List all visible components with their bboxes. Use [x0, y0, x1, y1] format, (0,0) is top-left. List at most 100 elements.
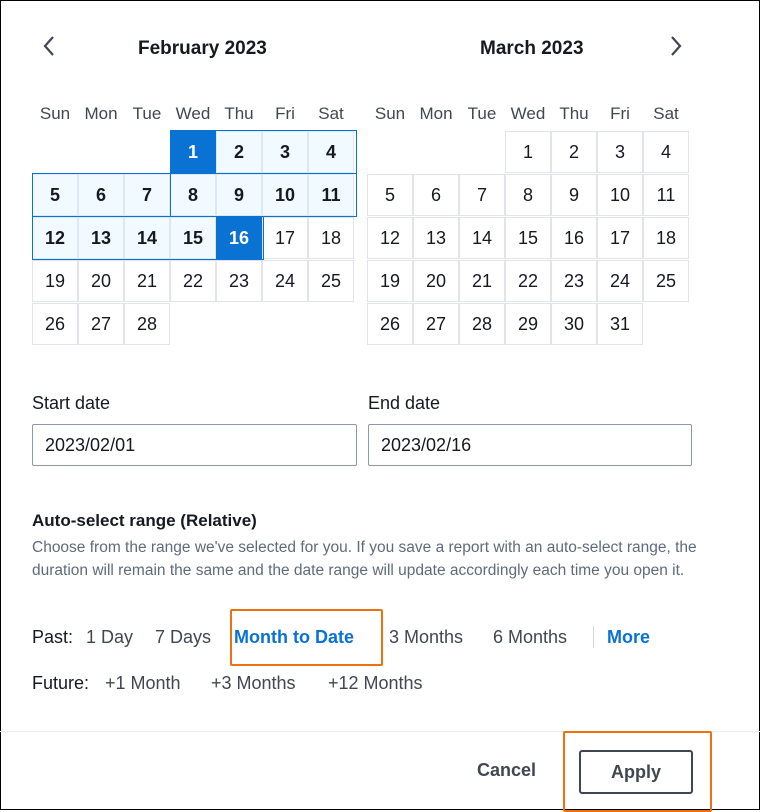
cancel-button[interactable]: Cancel [477, 760, 536, 781]
day-cell[interactable]: 23 [551, 260, 597, 302]
weekday-label: Mon [84, 104, 118, 123]
day-cell[interactable]: 26 [32, 303, 78, 345]
day-cell[interactable]: 12 [367, 217, 413, 259]
past-label: Past: [32, 627, 74, 647]
day-cell[interactable]: 18 [643, 217, 689, 259]
day-cell[interactable]: 3 [597, 131, 643, 173]
day-cell[interactable]: 21 [459, 260, 505, 302]
day-cell[interactable]: 20 [78, 260, 124, 302]
day-cell[interactable]: 28 [124, 303, 170, 345]
end-date-label: End date [368, 393, 441, 413]
day-cell[interactable]: 24 [262, 260, 308, 302]
day-cell[interactable]: 15 [505, 217, 551, 259]
day-cell[interactable]: 29 [505, 303, 551, 345]
day-cell[interactable]: 24 [597, 260, 643, 302]
day-cell[interactable]: 18 [308, 217, 354, 259]
start-date-input[interactable] [32, 424, 357, 466]
day-cell[interactable]: 26 [367, 303, 413, 345]
weekday-label: Sat [318, 104, 344, 123]
past-option-1-day[interactable]: 1 Day [86, 627, 133, 648]
day-cell[interactable]: 14 [459, 217, 505, 259]
auto-select-description: Choose from the range we've selected for… [32, 539, 697, 579]
day-cell[interactable]: 27 [78, 303, 124, 345]
day-cell[interactable]: 31 [597, 303, 643, 345]
footer-divider [0, 731, 760, 732]
day-cell[interactable]: 15 [170, 217, 216, 259]
weekday-label: Wed [510, 104, 546, 123]
weekday-label: Sat [653, 104, 679, 123]
day-cell[interactable]: 21 [124, 260, 170, 302]
day-cell[interactable]: 5 [367, 174, 413, 216]
day-cell[interactable]: 22 [505, 260, 551, 302]
day-cell[interactable]: 11 [308, 174, 354, 216]
day-cell[interactable]: 17 [597, 217, 643, 259]
weekday-label: Tue [132, 104, 162, 123]
day-cell[interactable]: 2 [551, 131, 597, 173]
weekday-label: Fri [610, 104, 630, 123]
previous-month-button[interactable] [38, 34, 62, 58]
day-cell[interactable]: 9 [551, 174, 597, 216]
weekday-label: Wed [175, 104, 211, 123]
day-cell[interactable]: 2 [216, 131, 262, 173]
weekday-label: Thu [559, 104, 589, 123]
day-cell[interactable]: 27 [413, 303, 459, 345]
day-cell[interactable]: 6 [78, 174, 124, 216]
day-cell[interactable]: 8 [170, 174, 216, 216]
month-title-february: February 2023 [138, 38, 267, 59]
start-date-label: Start date [32, 393, 111, 413]
day-cell[interactable]: 25 [643, 260, 689, 302]
more-options-link[interactable]: More [607, 627, 650, 648]
past-option-3-months[interactable]: 3 Months [389, 627, 463, 648]
day-cell[interactable]: 4 [643, 131, 689, 173]
day-cell[interactable]: 4 [308, 131, 354, 173]
day-cell[interactable]: 1 [170, 131, 216, 173]
day-cell[interactable]: 13 [78, 217, 124, 259]
apply-button[interactable]: Apply [579, 750, 693, 794]
weekday-label: Fri [275, 104, 295, 123]
future-option-12-months[interactable]: +12 Months [328, 673, 423, 694]
past-option-6-months[interactable]: 6 Months [493, 627, 567, 648]
weekday-label: Sun [374, 104, 406, 123]
past-option-7-days[interactable]: 7 Days [155, 627, 211, 648]
day-cell[interactable]: 19 [367, 260, 413, 302]
day-cell[interactable]: 8 [505, 174, 551, 216]
weekday-label: Tue [467, 104, 497, 123]
options-separator [593, 626, 594, 648]
weekday-label: Sun [39, 104, 71, 123]
day-cell[interactable]: 1 [505, 131, 551, 173]
day-cell[interactable]: 22 [170, 260, 216, 302]
day-cell[interactable]: 20 [413, 260, 459, 302]
end-date-input[interactable] [368, 424, 692, 466]
day-cell[interactable]: 25 [308, 260, 354, 302]
day-cell[interactable]: 9 [216, 174, 262, 216]
next-month-button[interactable] [663, 34, 687, 58]
day-cell[interactable]: 11 [643, 174, 689, 216]
day-cell[interactable]: 16 [216, 217, 262, 259]
chevron-right-icon [671, 36, 682, 56]
day-cell[interactable]: 19 [32, 260, 78, 302]
day-cell[interactable]: 10 [597, 174, 643, 216]
day-cell[interactable]: 7 [459, 174, 505, 216]
past-option-month-to-date[interactable]: Month to Date [234, 627, 354, 648]
day-cell[interactable]: 23 [216, 260, 262, 302]
weekday-label: Thu [224, 104, 254, 123]
day-cell[interactable]: 7 [124, 174, 170, 216]
month-title-march: March 2023 [480, 38, 584, 59]
day-cell[interactable]: 13 [413, 217, 459, 259]
day-cell[interactable]: 16 [551, 217, 597, 259]
future-option-1-month[interactable]: +1 Month [105, 673, 181, 694]
auto-select-title: Auto-select range (Relative) [32, 511, 257, 530]
day-cell[interactable]: 17 [262, 217, 308, 259]
day-cell[interactable]: 14 [124, 217, 170, 259]
day-cell[interactable]: 6 [413, 174, 459, 216]
day-cell[interactable]: 10 [262, 174, 308, 216]
chevron-left-icon [43, 36, 54, 56]
day-cell[interactable]: 30 [551, 303, 597, 345]
day-cell[interactable]: 12 [32, 217, 78, 259]
day-cell[interactable]: 28 [459, 303, 505, 345]
future-option-3-months[interactable]: +3 Months [211, 673, 296, 694]
day-cell[interactable]: 3 [262, 131, 308, 173]
weekday-label: Mon [419, 104, 453, 123]
future-label: Future: [32, 673, 90, 693]
day-cell[interactable]: 5 [32, 174, 78, 216]
